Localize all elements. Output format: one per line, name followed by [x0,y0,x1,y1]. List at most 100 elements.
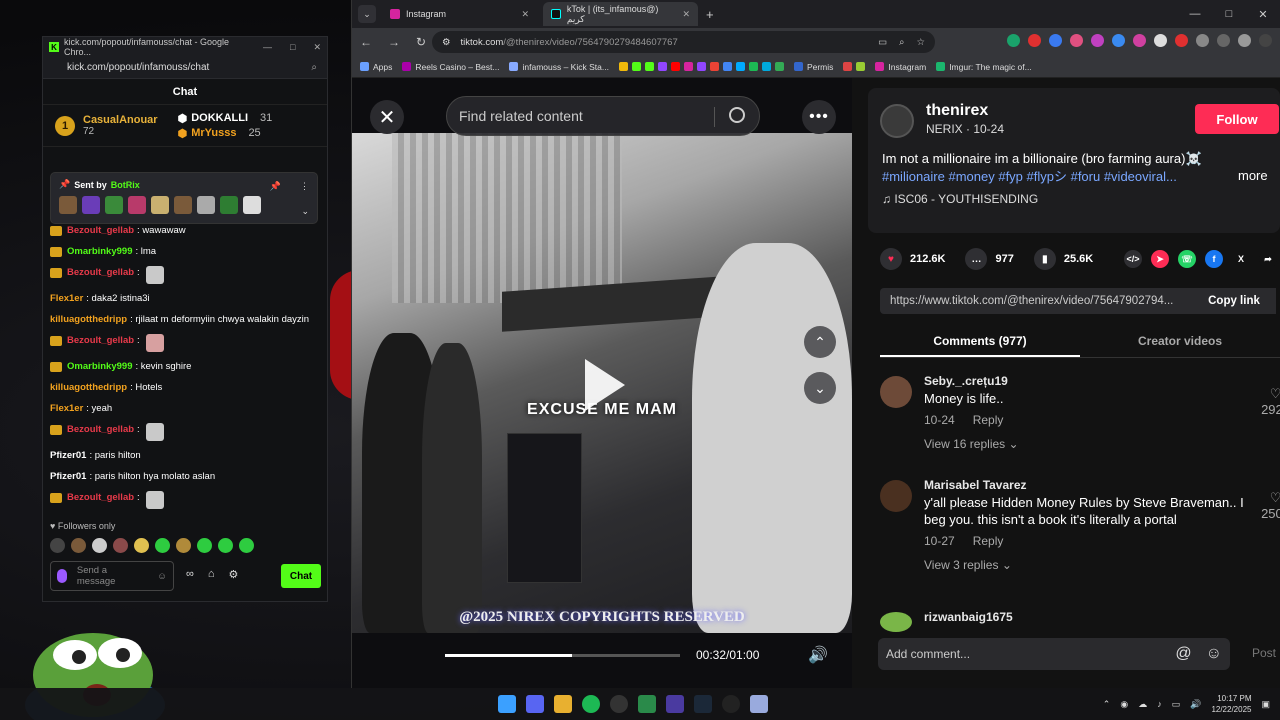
extension-icon[interactable] [1028,34,1041,47]
chat-message[interactable]: Flex1er: yeah [50,402,320,415]
network-icon[interactable]: ▭ [1172,699,1181,710]
bookmark-favicon-icon[interactable] [856,62,866,71]
close-icon[interactable]: ✕ [313,42,321,53]
chat-username[interactable]: Omarbinky999 [67,360,132,373]
emote-icon[interactable] [218,538,233,553]
chat-username[interactable]: Bezoult_gellab [67,224,134,237]
chat-username[interactable]: Flex1er [50,402,83,415]
leader-second[interactable]: ⬢ DOKKALLI 31 [178,112,273,125]
bookmark-imgur[interactable]: Imgur: The magic of... [936,62,1032,72]
pinned-message[interactable]: 📌 Sent by BotRix 📌 ⋮ ⌄ [50,172,318,224]
share-arrow-icon[interactable]: ➦ [1259,250,1277,268]
windows-start-icon[interactable] [498,695,516,713]
bookmark-infamouss-kick[interactable]: infamouss – Kick Sta... [509,62,609,72]
obs-icon[interactable] [610,695,628,713]
author-avatar[interactable] [880,104,914,138]
bookmark-favicon-icon[interactable] [722,62,732,71]
link-icon[interactable]: ∞ [186,568,194,581]
chrome-icon[interactable] [554,695,572,713]
play-icon[interactable] [585,359,625,411]
emote-icon[interactable] [197,538,212,553]
maximize-icon[interactable]: □ [290,42,295,53]
view-replies-button[interactable]: View 16 replies ⌄ [924,437,1280,451]
chat-message[interactable]: Bezoult_gellab: [50,334,320,352]
chat-message[interactable]: Omarbinky999: kevin sghire [50,360,320,373]
new-tab-icon[interactable]: + [706,7,714,22]
discord-tray-icon[interactable]: ◉ [1120,699,1128,710]
close-tab-icon[interactable]: ✕ [682,9,690,20]
clock[interactable]: 10:17 PM 12/22/2025 [1211,693,1251,715]
chat-message[interactable]: Omarbinky999: lma [50,245,320,258]
app-icon[interactable] [666,695,684,713]
caption-hashtags[interactable]: #milionaire #money #fyp #flypシ #foru #vi… [882,169,1177,184]
related-search-input[interactable]: Find related content [446,96,760,136]
chat-message[interactable]: killuagotthedripp: rjilaat m deformyiin … [50,313,320,326]
reload-icon[interactable]: ↻ [416,35,426,49]
save-stat[interactable]: ▮ 25.6K [1033,248,1093,270]
profile-avatar[interactable] [1238,34,1251,47]
chat-message[interactable]: Pfizer01: paris hilton [50,449,320,462]
address-bar[interactable]: ⚙ tiktok.com/@thenirex/video/75647902794… [432,31,935,53]
more-options-button[interactable]: ••• [802,100,836,134]
chat-message[interactable]: killuagotthedripp: Hotels [50,381,320,394]
emote-icon[interactable] [155,538,170,553]
bookmark-favicon-icon[interactable] [670,62,680,71]
chat-message[interactable]: Bezoult_gellab: wawawaw [50,224,320,237]
x-icon[interactable]: X [1232,250,1250,268]
bookmark-star-icon[interactable]: ☆ [916,37,925,48]
zoom-icon[interactable]: ⌕ [311,62,317,73]
chat-username[interactable]: killuagotthedripp [50,313,127,326]
bookmark-instagram[interactable]: Instagram [875,62,926,72]
post-comment-button[interactable]: Post [1252,646,1276,660]
chat-username[interactable]: Bezoult_gellab [67,423,134,436]
tray-chevron-icon[interactable]: ⌃ [1103,699,1111,710]
volume-icon[interactable]: 🔊 [1190,699,1201,710]
mic-icon[interactable]: ♪ [1157,699,1162,709]
add-comment-input[interactable]: Add comment... @ ☺ [878,638,1230,670]
emote-icon[interactable] [71,538,86,553]
app-icon[interactable] [722,695,740,713]
facebook-icon[interactable]: f [1205,250,1223,268]
send-icon[interactable]: ➤ [1151,250,1169,268]
avatar[interactable] [880,376,912,408]
like-stat[interactable]: ♥ 212.6K [880,248,945,270]
bookmark-favicon-icon[interactable] [657,62,667,71]
comment-stat[interactable]: … 977 [965,248,1014,270]
comment-like[interactable]: ♡2507 [1261,490,1280,521]
chat-message[interactable]: Pfizer01: paris hilton hya molato aslan [50,470,320,483]
bookmark-favicon-icon[interactable] [696,62,706,71]
chat-username[interactable]: Pfizer01 [50,470,86,483]
kick-url-bar[interactable]: kick.com/popout/infamouss/chat ⌕ [43,57,327,79]
close-video-button[interactable]: ✕ [370,100,404,134]
forward-icon[interactable]: → [388,35,400,49]
emote-icon[interactable] [176,538,191,553]
extension-icon[interactable] [1070,34,1083,47]
minimize-icon[interactable]: — [1178,0,1212,28]
emoji-icon[interactable]: ☺ [157,571,167,582]
bookmark-favicon-icon[interactable] [735,62,745,71]
extension-icon[interactable] [1049,34,1062,47]
caption-more-link[interactable]: more [1238,168,1268,183]
close-icon[interactable]: ✕ [1246,0,1280,28]
unpin-icon[interactable]: 📌 [270,181,281,192]
volume-icon[interactable]: 🔊 [808,645,828,665]
leader-first[interactable]: CasualAnouar 72 [83,114,158,137]
avatar[interactable] [880,612,912,632]
bookmark-apps[interactable]: Apps [360,62,392,72]
app-icon[interactable] [638,695,656,713]
tab-tiktok[interactable]: kTok | (its_infamous@) كريم ✕ [543,2,698,26]
previous-video-button[interactable]: ⌃ [804,326,836,358]
bookmark-favicon-icon[interactable] [774,62,784,71]
emote-icon[interactable] [239,538,254,553]
bookmark-permis[interactable]: Permis [793,62,833,72]
chrome-menu-icon[interactable] [1259,34,1272,47]
more-options-icon[interactable]: ⋮ [300,181,309,192]
next-video-button[interactable]: ⌄ [804,372,836,404]
comment-like[interactable]: ♡2929 [1261,386,1280,417]
tab-search-icon[interactable]: ⌄ [358,5,376,23]
extension-icon[interactable] [1133,34,1146,47]
site-info-icon[interactable]: ⚙ [442,37,451,48]
bookmark-favicon-icon[interactable] [709,62,719,71]
chat-username[interactable]: Bezoult_gellab [67,334,134,347]
tab-comments[interactable]: Comments (977) [880,328,1080,357]
